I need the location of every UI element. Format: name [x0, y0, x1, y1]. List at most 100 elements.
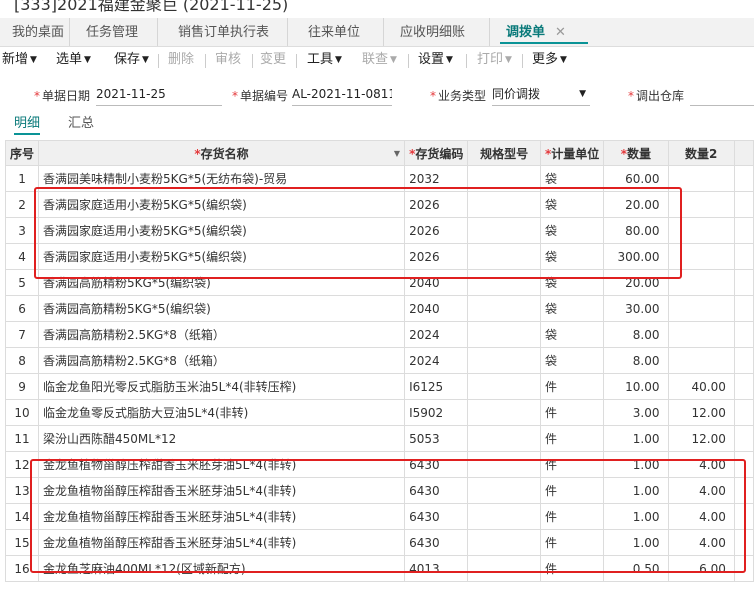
select-order-button[interactable]: 选单 ▼: [56, 46, 91, 74]
cell-unit[interactable]: 袋: [539, 191, 605, 218]
col-header-name[interactable]: *存货名称 ▼: [38, 140, 406, 166]
cell-spec[interactable]: [467, 503, 541, 530]
cell-qty[interactable]: 30.00: [603, 295, 669, 322]
approve-button[interactable]: 审核: [215, 46, 241, 74]
tab-summary[interactable]: 汇总: [68, 112, 94, 131]
cell-qty[interactable]: 0.50: [603, 555, 669, 582]
cell-name[interactable]: 香满园高筋精粉2.5KG*8（纸箱）: [38, 321, 406, 348]
table-row[interactable]: 2 香满园家庭适用小麦粉5KG*5(编织袋) 2026 袋 20.00: [4, 191, 754, 218]
cell-code[interactable]: 2026: [404, 243, 469, 270]
linked-query-button[interactable]: 联查 ▼: [362, 46, 397, 74]
cell-name[interactable]: 香满园家庭适用小麦粉5KG*5(编织袋): [38, 243, 406, 270]
cell-name[interactable]: 金龙鱼植物甾醇压榨甜香玉米胚芽油5L*4(非转): [38, 503, 406, 530]
cell-code[interactable]: 6430: [404, 503, 469, 530]
cell-qty[interactable]: 10.00: [603, 373, 669, 400]
cell-spec[interactable]: [467, 321, 541, 348]
cell-name[interactable]: 金龙鱼植物甾醇压榨甜香玉米胚芽油5L*4(非转): [38, 529, 406, 556]
cell-qty2[interactable]: 4.00: [667, 503, 735, 530]
table-row[interactable]: 13 金龙鱼植物甾醇压榨甜香玉米胚芽油5L*4(非转) 6430 件 1.00 4.00: [4, 477, 754, 504]
warehouse-field[interactable]: [690, 83, 754, 106]
cell-qty[interactable]: 80.00: [603, 217, 669, 244]
cell-spec[interactable]: [467, 477, 541, 504]
cell-unit[interactable]: 件: [539, 373, 605, 400]
cell-spec[interactable]: [467, 269, 541, 296]
tab-detail[interactable]: 明细: [14, 112, 41, 135]
delete-button[interactable]: 删除: [168, 46, 194, 74]
cell-name[interactable]: 香满园高筋精粉2.5KG*8（纸箱）: [38, 347, 406, 374]
cell-qty2[interactable]: [667, 165, 735, 192]
cell-qty2[interactable]: 12.00: [667, 399, 735, 426]
tab-sales-order-report[interactable]: 销售订单执行表: [158, 18, 288, 46]
cell-qty[interactable]: 60.00: [603, 165, 669, 192]
cell-qty2[interactable]: 6.00: [667, 555, 735, 582]
cell-unit[interactable]: 件: [539, 555, 605, 582]
cell-code[interactable]: 2026: [404, 217, 469, 244]
cell-qty[interactable]: 8.00: [603, 347, 669, 374]
cell-name[interactable]: 金龙鱼植物甾醇压榨甜香玉米胚芽油5L*4(非转): [38, 477, 406, 504]
table-row[interactable]: 12 金龙鱼植物甾醇压榨甜香玉米胚芽油5L*4(非转) 6430 件 1.00 4.00: [4, 451, 754, 478]
cell-qty2[interactable]: [667, 295, 735, 322]
cell-qty2[interactable]: [667, 243, 735, 270]
cell-code[interactable]: I6125: [404, 373, 469, 400]
cell-code[interactable]: 4013: [404, 555, 469, 582]
cell-spec[interactable]: [467, 295, 541, 322]
tab-task-management[interactable]: 任务管理: [70, 18, 158, 46]
cell-unit[interactable]: 件: [539, 503, 605, 530]
add-button[interactable]: 新增 ▼: [2, 46, 37, 74]
cell-code[interactable]: 2040: [404, 295, 469, 322]
cell-qty[interactable]: 1.00: [603, 451, 669, 478]
tools-button[interactable]: 工具 ▼: [307, 46, 342, 74]
cell-name[interactable]: 临金龙鱼零反式脂肪大豆油5L*4(非转): [38, 399, 406, 426]
cell-code[interactable]: 2024: [404, 347, 469, 374]
table-row[interactable]: 11 梁汾山西陈醋450ML*12 5053 件 1.00 12.00: [4, 425, 754, 452]
cell-spec[interactable]: [467, 347, 541, 374]
cell-qty2[interactable]: [667, 321, 735, 348]
table-row[interactable]: 15 金龙鱼植物甾醇压榨甜香玉米胚芽油5L*4(非转) 6430 件 1.00 4.00: [4, 529, 754, 556]
change-button[interactable]: 变更: [260, 46, 286, 74]
cell-qty[interactable]: 8.00: [603, 321, 669, 348]
cell-code[interactable]: 2024: [404, 321, 469, 348]
cell-spec[interactable]: [467, 399, 541, 426]
cell-qty2[interactable]: [667, 217, 735, 244]
cell-qty2[interactable]: [667, 269, 735, 296]
cell-code[interactable]: 5053: [404, 425, 469, 452]
cell-unit[interactable]: 件: [539, 529, 605, 556]
cell-name[interactable]: 临金龙鱼阳光零反式脂肪玉米油5L*4(非转压榨): [38, 373, 406, 400]
tab-transfer-order[interactable]: 调拨单 ✕: [500, 18, 588, 44]
cell-qty[interactable]: 1.00: [603, 503, 669, 530]
cell-qty2[interactable]: 12.00: [667, 425, 735, 452]
cell-qty[interactable]: 1.00: [603, 529, 669, 556]
tab-partners[interactable]: 往来单位: [288, 18, 384, 46]
sort-down-icon[interactable]: ▼: [394, 149, 400, 158]
cell-unit[interactable]: 件: [539, 477, 605, 504]
cell-spec[interactable]: [467, 555, 541, 582]
cell-unit[interactable]: 袋: [539, 269, 605, 296]
tab-receivables[interactable]: 应收明细账: [384, 18, 490, 46]
cell-unit[interactable]: 袋: [539, 217, 605, 244]
cell-name[interactable]: 金龙鱼芝麻油400ML*12(区域新配方): [38, 555, 406, 582]
code-field[interactable]: AL-2021-11-0811: [292, 83, 392, 106]
table-row[interactable]: 3 香满园家庭适用小麦粉5KG*5(编织袋) 2026 袋 80.00: [4, 217, 754, 244]
cell-code[interactable]: 6430: [404, 451, 469, 478]
cell-name[interactable]: 梁汾山西陈醋450ML*12: [38, 425, 406, 452]
cell-qty2[interactable]: 4.00: [667, 477, 735, 504]
cell-spec[interactable]: [467, 451, 541, 478]
cell-code[interactable]: 6430: [404, 477, 469, 504]
cell-unit[interactable]: 袋: [539, 347, 605, 374]
cell-name[interactable]: 金龙鱼植物甾醇压榨甜香玉米胚芽油5L*4(非转): [38, 451, 406, 478]
cell-qty[interactable]: 1.00: [603, 425, 669, 452]
cell-qty2[interactable]: 4.00: [667, 451, 735, 478]
cell-name[interactable]: 香满园家庭适用小麦粉5KG*5(编织袋): [38, 217, 406, 244]
cell-qty[interactable]: 20.00: [603, 191, 669, 218]
cell-code[interactable]: 2026: [404, 191, 469, 218]
cell-qty2[interactable]: [667, 191, 735, 218]
table-row[interactable]: 16 金龙鱼芝麻油400ML*12(区域新配方) 4013 件 0.50 6.00: [4, 555, 754, 582]
cell-code[interactable]: 2032: [404, 165, 469, 192]
cell-code[interactable]: 6430: [404, 529, 469, 556]
cell-spec[interactable]: [467, 243, 541, 270]
cell-unit[interactable]: 件: [539, 451, 605, 478]
cell-spec[interactable]: [467, 191, 541, 218]
save-button[interactable]: 保存 ▼: [114, 46, 149, 74]
cell-unit[interactable]: 袋: [539, 243, 605, 270]
cell-qty[interactable]: 300.00: [603, 243, 669, 270]
